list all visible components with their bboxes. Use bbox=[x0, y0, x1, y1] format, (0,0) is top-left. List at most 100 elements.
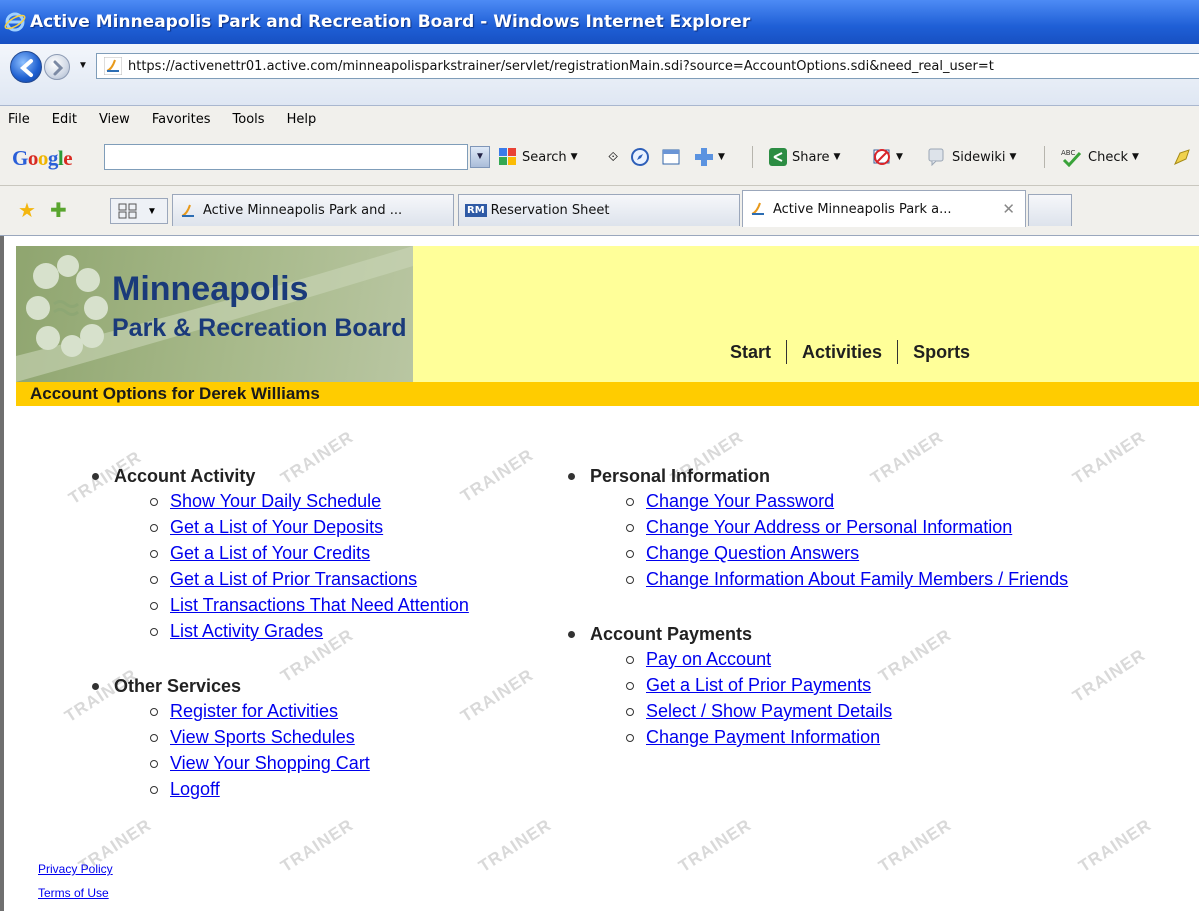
list-item: Get a List of Your Credits bbox=[150, 540, 469, 566]
menu-edit[interactable]: Edit bbox=[52, 112, 77, 127]
link-family-members[interactable]: Change Information About Family Members … bbox=[646, 569, 1068, 589]
account-activity-section: Account Activity Show Your Daily Schedul… bbox=[92, 464, 469, 644]
account-title-bar: Account Options for Derek Williams bbox=[16, 382, 1199, 406]
tab-active-minneapolis-1[interactable]: Active Minneapolis Park and ... bbox=[172, 194, 454, 226]
quick-tabs-icon bbox=[118, 203, 137, 219]
site-header: Minneapolis Park & Recreation Board Star… bbox=[16, 246, 1199, 382]
plus-icon bbox=[695, 148, 713, 166]
nav-start[interactable]: Start bbox=[730, 342, 771, 363]
link-list-credits[interactable]: Get a List of Your Credits bbox=[170, 543, 370, 563]
compass-button[interactable] bbox=[630, 146, 650, 168]
popup-blocker-icon bbox=[873, 149, 890, 165]
personal-information-heading: Personal Information bbox=[568, 464, 1068, 488]
watermark: TRAINER bbox=[675, 815, 755, 877]
link-pay-on-account[interactable]: Pay on Account bbox=[646, 649, 771, 669]
account-payments-links: Pay on Account Get a List of Prior Payme… bbox=[626, 646, 892, 750]
favorites-star-icon[interactable]: ★ bbox=[18, 198, 36, 223]
tab-list-dropdown-icon[interactable]: ▼ bbox=[147, 206, 157, 217]
google-search-input[interactable] bbox=[104, 144, 468, 170]
list-item: Change Your Password bbox=[626, 488, 1068, 514]
close-tab-icon[interactable]: ✕ bbox=[1002, 200, 1015, 218]
link-transactions-attention[interactable]: List Transactions That Need Attention bbox=[170, 595, 469, 615]
link-show-daily-schedule[interactable]: Show Your Daily Schedule bbox=[170, 491, 381, 511]
watermark: TRAINER bbox=[475, 815, 555, 877]
link-sports-schedules[interactable]: View Sports Schedules bbox=[170, 727, 355, 747]
list-item: Change Your Address or Personal Informat… bbox=[626, 514, 1068, 540]
tab-label: Active Minneapolis Park and ... bbox=[203, 203, 403, 218]
window-title: Active Minneapolis Park and Recreation B… bbox=[30, 12, 751, 32]
logo-title: Minneapolis bbox=[112, 270, 309, 308]
tab-active-minneapolis-2[interactable]: Active Minneapolis Park a... ✕ bbox=[742, 190, 1026, 227]
watermark: TRAINER bbox=[1069, 427, 1149, 489]
spellcheck-icon: ABC bbox=[1061, 149, 1082, 167]
tab-reservation-sheet[interactable]: RM Reservation Sheet bbox=[458, 194, 740, 226]
google-logo: Google bbox=[12, 146, 73, 170]
page-content: Minneapolis Park & Recreation Board Star… bbox=[0, 236, 1199, 911]
menu-tools[interactable]: Tools bbox=[233, 112, 265, 127]
recent-pages-dropdown[interactable]: ▼ bbox=[78, 60, 88, 71]
link-list-deposits[interactable]: Get a List of Your Deposits bbox=[170, 517, 383, 537]
nav-divider bbox=[786, 340, 788, 364]
quick-tabs-button[interactable]: ▼ bbox=[110, 198, 168, 224]
watermark: TRAINER bbox=[457, 665, 537, 727]
link-change-address[interactable]: Change Your Address or Personal Informat… bbox=[646, 517, 1012, 537]
google-search-button[interactable]: Search ▼ bbox=[498, 146, 578, 168]
address-bar-area: ▼ https://activenettr01.active.com/minne… bbox=[0, 44, 1199, 106]
privacy-policy-link[interactable]: Privacy Policy bbox=[38, 862, 113, 876]
chevron-down-icon: ▼ bbox=[896, 152, 903, 162]
share-button[interactable]: Share ▼ bbox=[768, 146, 840, 168]
link-question-answers[interactable]: Change Question Answers bbox=[646, 543, 859, 563]
nav-activities[interactable]: Activities bbox=[802, 342, 882, 363]
calendar-button[interactable] bbox=[662, 146, 680, 168]
rm-favicon-icon: RM bbox=[465, 204, 487, 217]
calendar-icon bbox=[662, 149, 680, 165]
list-item: Get a List of Prior Transactions bbox=[150, 566, 469, 592]
menu-help[interactable]: Help bbox=[287, 112, 317, 127]
toolbar-separator bbox=[752, 146, 753, 168]
forward-button[interactable] bbox=[44, 54, 70, 80]
sidewiki-button[interactable]: Sidewiki ▼ bbox=[928, 146, 1016, 168]
link-activity-grades[interactable]: List Activity Grades bbox=[170, 621, 323, 641]
menu-view[interactable]: View bbox=[99, 112, 130, 127]
menu-bar: File Edit View Favorites Tools Help bbox=[0, 106, 1199, 132]
google-search-dropdown[interactable]: ▼ bbox=[470, 146, 490, 168]
list-item: List Transactions That Need Attention bbox=[150, 592, 469, 618]
spellcheck-button[interactable]: ABC Check ▼ bbox=[1060, 146, 1139, 168]
site-logo[interactable]: Minneapolis Park & Recreation Board bbox=[16, 246, 413, 382]
logo-subtitle: Park & Recreation Board bbox=[112, 314, 407, 342]
link-register-activities[interactable]: Register for Activities bbox=[170, 701, 338, 721]
list-item: View Sports Schedules bbox=[150, 724, 370, 750]
top-navigation: Start Activities Sports bbox=[730, 340, 970, 364]
popup-blocker-button[interactable]: ▼ bbox=[872, 146, 903, 168]
link-prior-transactions[interactable]: Get a List of Prior Transactions bbox=[170, 569, 417, 589]
account-activity-links: Show Your Daily Schedule Get a List of Y… bbox=[150, 488, 469, 644]
google-search-icon bbox=[499, 148, 516, 165]
add-button[interactable]: ▼ bbox=[694, 146, 725, 168]
chevron-down-icon: ▼ bbox=[1132, 152, 1139, 162]
forward-arrow-icon bbox=[53, 60, 64, 76]
check-label: Check bbox=[1088, 149, 1128, 165]
nav-sports[interactable]: Sports bbox=[913, 342, 970, 363]
watermark: TRAINER bbox=[457, 445, 537, 507]
link-change-payment-info[interactable]: Change Payment Information bbox=[646, 727, 880, 747]
add-favorites-icon[interactable]: ✚ bbox=[50, 198, 67, 223]
chevron-down-icon: ▼ bbox=[833, 152, 841, 162]
link-logoff[interactable]: Logoff bbox=[170, 779, 220, 799]
account-payments-heading: Account Payments bbox=[568, 622, 892, 646]
new-tab-button[interactable] bbox=[1028, 194, 1072, 226]
back-arrow-icon bbox=[19, 59, 33, 77]
link-payment-details[interactable]: Select / Show Payment Details bbox=[646, 701, 892, 721]
link-change-password[interactable]: Change Your Password bbox=[646, 491, 834, 511]
menu-favorites[interactable]: Favorites bbox=[152, 112, 211, 127]
link-prior-payments[interactable]: Get a List of Prior Payments bbox=[646, 675, 871, 695]
personal-information-links: Change Your Password Change Your Address… bbox=[626, 488, 1068, 592]
highlighter-icon[interactable] bbox=[1172, 146, 1192, 168]
back-button[interactable] bbox=[10, 51, 42, 83]
link-shopping-cart[interactable]: View Your Shopping Cart bbox=[170, 753, 370, 773]
watermark: TRAINER bbox=[875, 815, 955, 877]
menu-file[interactable]: File bbox=[8, 112, 30, 127]
terms-of-use-link[interactable]: Terms of Use bbox=[38, 886, 109, 900]
url-field[interactable]: https://activenettr01.active.com/minneap… bbox=[96, 53, 1199, 79]
list-item: List Activity Grades bbox=[150, 618, 469, 644]
search-label: Search bbox=[522, 149, 567, 165]
